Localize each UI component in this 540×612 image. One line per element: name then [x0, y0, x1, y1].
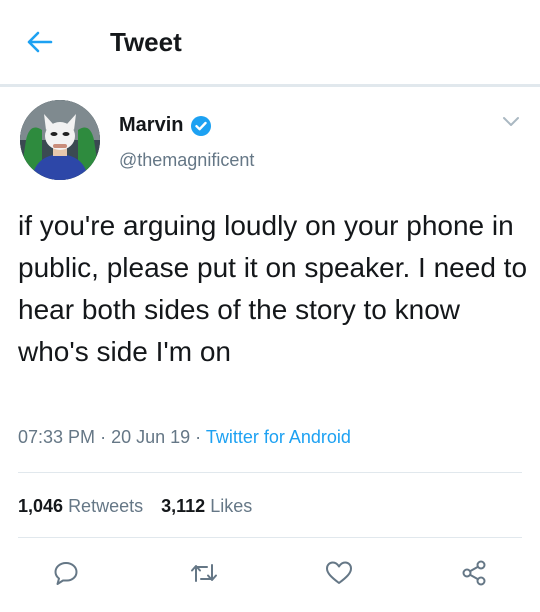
page-title: Tweet — [110, 27, 182, 57]
meta-separator: · — [100, 427, 107, 447]
likes-label: Likes — [210, 496, 253, 516]
reply-button[interactable] — [51, 558, 81, 588]
tweet-stats: 1,046 Retweets 3,112 Likes — [18, 496, 252, 517]
verified-badge-icon — [190, 115, 212, 137]
more-options-button[interactable] — [499, 112, 523, 132]
top-bar: Tweet — [0, 0, 540, 87]
meta-divider — [18, 472, 522, 473]
tweet-text: if you're arguing loudly on your phone i… — [18, 210, 528, 367]
stats-divider — [18, 537, 522, 538]
meta-separator: · — [195, 427, 202, 447]
author-handle[interactable]: @themagnificent — [119, 150, 254, 171]
reply-icon — [54, 562, 78, 585]
likes-stat[interactable]: 3,112 Likes — [161, 496, 252, 516]
likes-count: 3,112 — [161, 496, 206, 516]
avatar[interactable] — [20, 100, 100, 180]
retweet-icon — [191, 564, 217, 582]
retweet-button[interactable] — [189, 558, 219, 588]
share-button[interactable] — [459, 558, 489, 588]
tweet-time: 07:33 PM — [18, 427, 96, 447]
like-button[interactable] — [324, 558, 354, 588]
share-icon — [462, 560, 486, 586]
back-button[interactable] — [22, 27, 56, 57]
header-divider — [0, 84, 540, 87]
tweet-source-link[interactable]: Twitter for Android — [206, 427, 351, 447]
like-icon — [326, 561, 352, 584]
chevron-down-icon — [503, 117, 519, 126]
author-name-row[interactable]: Marvin — [119, 114, 212, 137]
arrow-left-icon — [27, 31, 53, 53]
tweet-meta: 07:33 PM · 20 Jun 19 · Twitter for Andro… — [18, 427, 351, 448]
retweets-label: Retweets — [68, 496, 144, 516]
avatar-image — [20, 100, 100, 180]
retweets-stat[interactable]: 1,046 Retweets — [18, 496, 143, 516]
author-name[interactable]: Marvin — [119, 114, 183, 137]
tweet-date: 20 Jun 19 — [111, 427, 191, 447]
retweets-count: 1,046 — [18, 496, 64, 516]
